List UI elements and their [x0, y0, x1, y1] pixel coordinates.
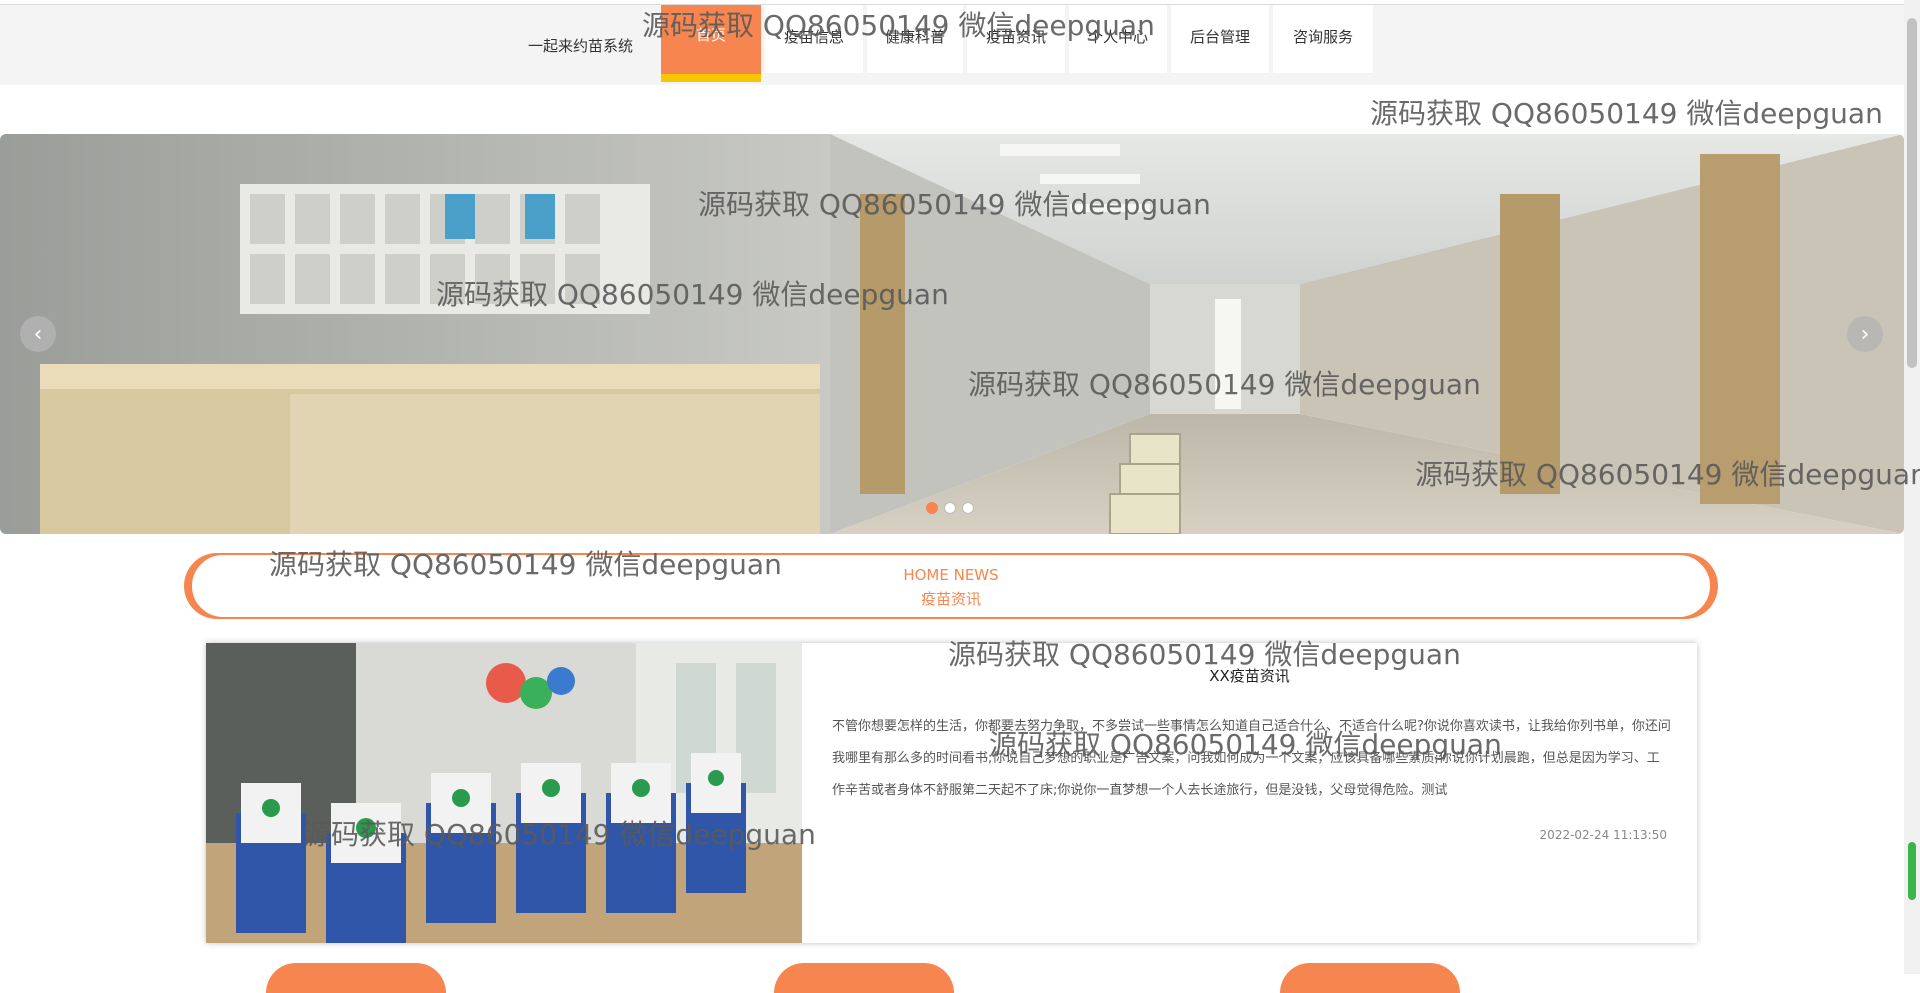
- nav-item-vaccine-news[interactable]: 疫苗资讯: [967, 5, 1065, 73]
- nav-item-personal-center[interactable]: 个人中心: [1069, 5, 1167, 73]
- nav-item-home[interactable]: 首页: [661, 5, 761, 82]
- main-nav: 首页 疫苗信息 健康科普 疫苗资讯 个人中心 后台管理 咨询服务: [661, 5, 1377, 85]
- news-image: [206, 643, 802, 943]
- watermark-text: 源码获取 QQ86050149 微信deepguan: [1370, 97, 1883, 130]
- nav-item-admin[interactable]: 后台管理: [1171, 5, 1269, 73]
- news-date: 2022-02-24 11:13:50: [1539, 828, 1667, 842]
- news-summary: 不管你想要怎样的生活，你都要去努力争取，不多尝试一些事情怎么知道自己适合什么、不…: [832, 719, 1671, 798]
- banner-carousel[interactable]: ‹ ›: [0, 134, 1904, 534]
- carousel-next-button[interactable]: ›: [1847, 316, 1883, 352]
- carousel-dot-2[interactable]: [944, 502, 956, 514]
- nav-item-health-science[interactable]: 健康科普: [867, 5, 963, 73]
- section-title-cn: 疫苗资讯: [920, 590, 981, 608]
- carousel-dot-1[interactable]: [926, 502, 938, 514]
- chevron-right-icon: ›: [1860, 321, 1870, 347]
- banner-hospital-image: [0, 134, 1904, 534]
- nav-item-consult[interactable]: 咨询服务: [1273, 5, 1373, 73]
- section-title-en: HOME NEWS: [903, 566, 999, 584]
- scrollbar-thumb[interactable]: [1907, 18, 1917, 368]
- nav-item-vaccine-info[interactable]: 疫苗信息: [765, 5, 863, 73]
- carousel-dot-3[interactable]: [962, 502, 974, 514]
- site-brand: 一起来约苗系统: [528, 37, 634, 55]
- next-section-tab-2: [774, 963, 954, 993]
- page-scrollbar[interactable]: [1904, 0, 1920, 974]
- carousel-prev-button[interactable]: ‹: [20, 316, 56, 352]
- section-title-news: HOME NEWS 疫苗资讯: [190, 553, 1712, 619]
- next-section-tab-1: [266, 963, 446, 993]
- news-card[interactable]: XX疫苗资讯 不管你想要怎样的生活，你都要去努力争取，不多尝试一些事情怎么知道自…: [206, 643, 1697, 943]
- chevron-left-icon: ‹: [33, 321, 43, 347]
- news-title[interactable]: XX疫苗资讯: [802, 665, 1697, 686]
- carousel-indicators: [926, 502, 974, 514]
- scroll-indicator: [1908, 842, 1916, 900]
- top-header: 一起来约苗系统 首页 疫苗信息 健康科普 疫苗资讯 个人中心 后台管理 咨询服务: [0, 4, 1904, 85]
- next-section-tab-3: [1280, 963, 1460, 993]
